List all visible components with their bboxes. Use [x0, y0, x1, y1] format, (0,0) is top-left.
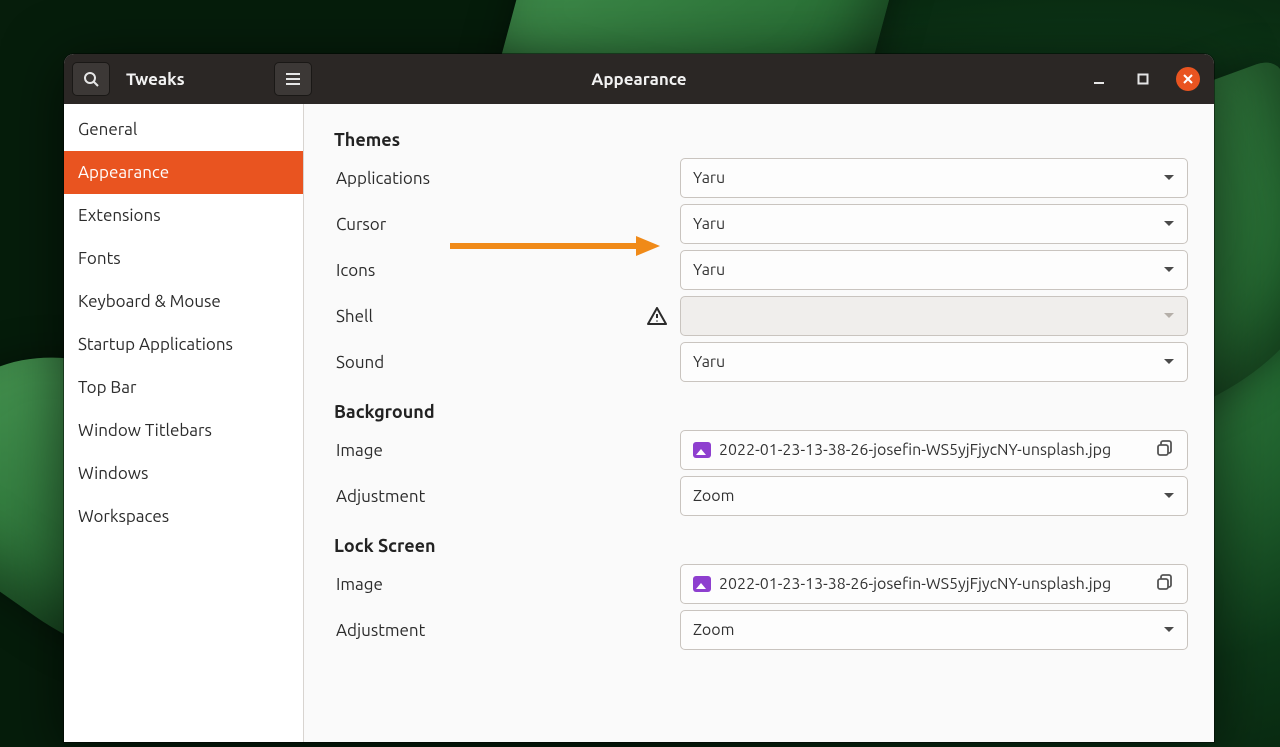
image-thumbnail-icon	[693, 576, 711, 592]
chevron-down-icon	[1163, 358, 1175, 366]
section-background: Background Image 2022-01-23-13-38-26-jos…	[334, 402, 1188, 518]
lockscreen-adjustment-value: Zoom	[693, 621, 734, 639]
lockscreen-image-label: Image	[334, 575, 634, 594]
background-image-chooser[interactable]: 2022-01-23-13-38-26-josefin-WS5yjFjycNY-…	[680, 430, 1188, 470]
background-heading: Background	[334, 402, 1188, 422]
background-adjustment-select[interactable]: Zoom	[680, 476, 1188, 516]
icons-theme-select[interactable]: Yaru	[680, 250, 1188, 290]
icons-label: Icons	[334, 261, 634, 280]
chevron-down-icon	[1163, 312, 1175, 320]
titlebar: Tweaks Appearance	[64, 54, 1214, 104]
lockscreen-image-chooser[interactable]: 2022-01-23-13-38-26-josefin-WS5yjFjycNY-…	[680, 564, 1188, 604]
sidebar-item-workspaces[interactable]: Workspaces	[64, 495, 303, 538]
background-image-value: 2022-01-23-13-38-26-josefin-WS5yjFjycNY-…	[719, 441, 1147, 459]
background-image-label: Image	[334, 441, 634, 460]
shell-theme-select	[680, 296, 1188, 336]
lockscreen-adjustment-label: Adjustment	[334, 621, 634, 640]
lockscreen-adjustment-select[interactable]: Zoom	[680, 610, 1188, 650]
applications-theme-select[interactable]: Yaru	[680, 158, 1188, 198]
maximize-button[interactable]	[1132, 68, 1154, 90]
sound-label: Sound	[334, 353, 634, 372]
sound-theme-select[interactable]: Yaru	[680, 342, 1188, 382]
minimize-button[interactable]	[1088, 68, 1110, 90]
chevron-down-icon	[1163, 626, 1175, 634]
sidebar-item-general[interactable]: General	[64, 108, 303, 151]
chevron-down-icon	[1163, 492, 1175, 500]
sidebar-item-window-titlebars[interactable]: Window Titlebars	[64, 409, 303, 452]
hamburger-menu-button[interactable]	[274, 62, 312, 96]
chevron-down-icon	[1163, 174, 1175, 182]
sidebar: General Appearance Extensions Fonts Keyb…	[64, 104, 304, 742]
content-pane: Themes Applications Yaru Cursor Yaru	[304, 104, 1214, 742]
minimize-icon	[1093, 73, 1105, 85]
image-thumbnail-icon	[693, 442, 711, 458]
search-button[interactable]	[72, 62, 110, 96]
warning-icon	[647, 307, 667, 325]
chevron-down-icon	[1163, 220, 1175, 228]
lockscreen-heading: Lock Screen	[334, 536, 1188, 556]
close-icon	[1183, 74, 1193, 84]
sidebar-item-keyboard-mouse[interactable]: Keyboard & Mouse	[64, 280, 303, 323]
sidebar-item-extensions[interactable]: Extensions	[64, 194, 303, 237]
applications-label: Applications	[334, 169, 634, 188]
search-icon	[83, 71, 99, 87]
sidebar-item-top-bar[interactable]: Top Bar	[64, 366, 303, 409]
chevron-down-icon	[1163, 266, 1175, 274]
lockscreen-image-value: 2022-01-23-13-38-26-josefin-WS5yjFjycNY-…	[719, 575, 1147, 593]
hamburger-icon	[285, 72, 301, 86]
shell-label: Shell	[334, 307, 634, 326]
tweaks-window: Tweaks Appearance General Appearance Ext…	[64, 54, 1214, 742]
icons-theme-value: Yaru	[693, 261, 725, 279]
sidebar-item-appearance[interactable]: Appearance	[64, 151, 303, 194]
close-button[interactable]	[1176, 67, 1200, 91]
file-browse-icon	[1155, 440, 1175, 460]
section-lockscreen: Lock Screen Image 2022-01-23-13-38-26-jo…	[334, 536, 1188, 652]
cursor-label: Cursor	[334, 215, 634, 234]
background-adjustment-label: Adjustment	[334, 487, 634, 506]
sound-theme-value: Yaru	[693, 353, 725, 371]
maximize-icon	[1137, 73, 1149, 85]
section-themes: Themes Applications Yaru Cursor Yaru	[334, 130, 1188, 384]
sidebar-item-fonts[interactable]: Fonts	[64, 237, 303, 280]
app-title: Tweaks	[126, 70, 264, 89]
file-browse-icon	[1155, 574, 1175, 594]
background-adjustment-value: Zoom	[693, 487, 734, 505]
sidebar-item-startup-applications[interactable]: Startup Applications	[64, 323, 303, 366]
sidebar-item-windows[interactable]: Windows	[64, 452, 303, 495]
cursor-theme-select[interactable]: Yaru	[680, 204, 1188, 244]
applications-theme-value: Yaru	[693, 169, 725, 187]
themes-heading: Themes	[334, 130, 1188, 150]
cursor-theme-value: Yaru	[693, 215, 725, 233]
